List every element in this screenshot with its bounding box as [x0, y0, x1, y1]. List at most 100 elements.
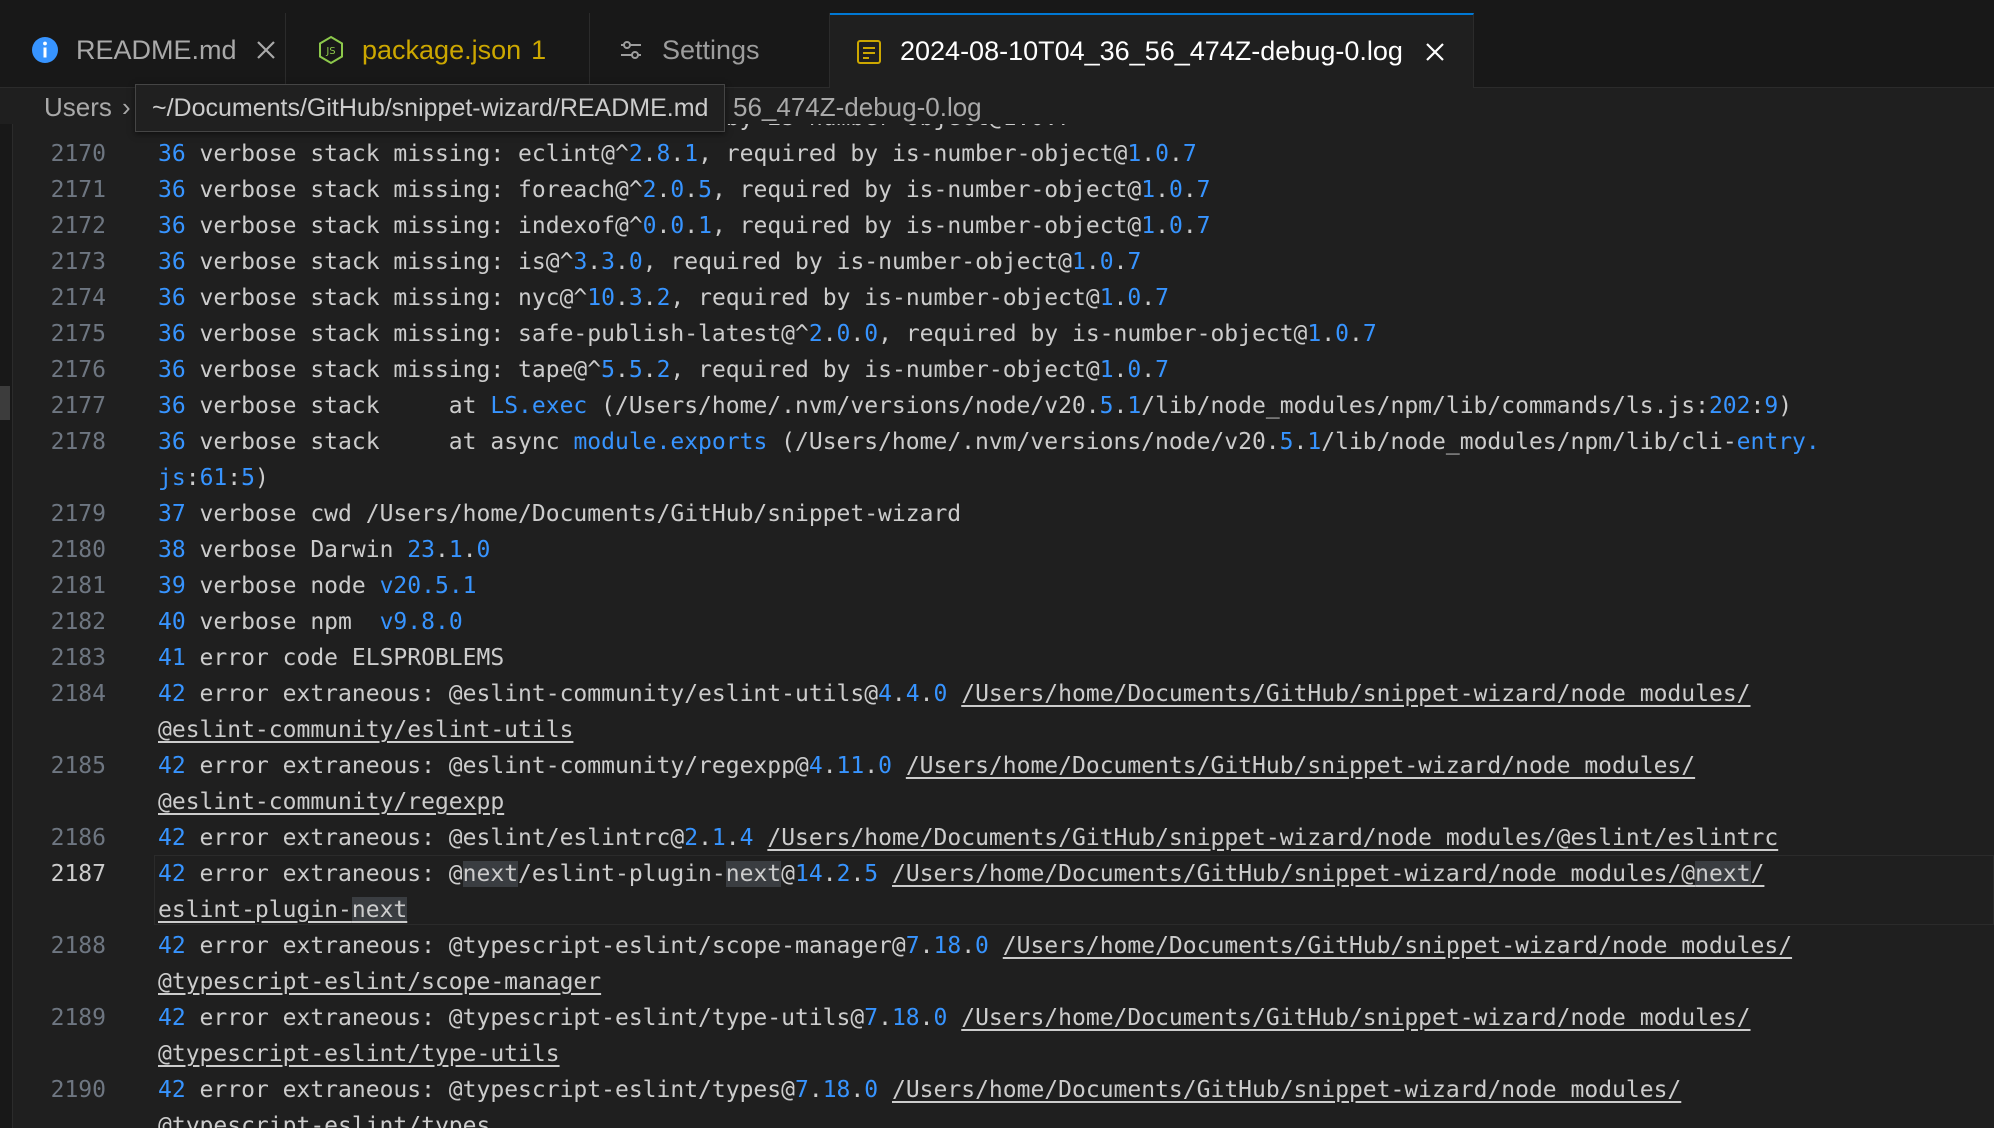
code-line[interactable]: 39 verbose node v20.5.1	[158, 568, 1994, 604]
number-token: LS.exec	[490, 393, 588, 419]
text-token: )	[1778, 393, 1793, 419]
file-link[interactable]: /Users/home/Documents/GitHub/snippet-wiz…	[961, 1005, 1750, 1031]
text-token: .	[1293, 429, 1308, 455]
file-link[interactable]: /Users/home/Documents/GitHub/snippet-wiz…	[1003, 933, 1792, 959]
breadcrumb-users[interactable]: Users	[44, 92, 112, 123]
code-line[interactable]: 36 verbose stack missing: eclint@^2.8.1,…	[158, 136, 1994, 172]
code-line[interactable]: 36 verbose stack at LS.exec (/Users/home…	[158, 388, 1994, 424]
number-token: 61	[199, 465, 228, 491]
close-icon[interactable]	[1421, 38, 1449, 66]
code-line[interactable]: 42 error extraneous: @typescript-eslint/…	[158, 1000, 1994, 1036]
code-line[interactable]: 36 verbose stack at async module.exports…	[158, 424, 1994, 460]
line-number: 2170	[50, 141, 106, 167]
code-line[interactable]: 38 verbose Darwin 23.1.0	[158, 532, 1994, 568]
code-line[interactable]: 42 error extraneous: @eslint-community/e…	[158, 676, 1994, 712]
code-line-wrap[interactable]: @typescript-eslint/type-utils	[158, 1036, 1994, 1072]
number-token: 36	[158, 321, 186, 347]
file-link[interactable]: /Users/home/Documents/GitHub/snippet-wiz…	[906, 753, 1695, 779]
file-link[interactable]: /Users/home/Documents/GitHub/snippet-wiz…	[892, 861, 1695, 887]
file-link[interactable]: /Users/home/Documents/GitHub/snippet-wiz…	[892, 1077, 1681, 1103]
code-line[interactable]: 36 verbose stack missing: tape@^5.5.2, r…	[158, 352, 1994, 388]
line-number: 2171	[50, 177, 106, 203]
code-line[interactable]: 42 error extraneous: @eslint-community/r…	[158, 748, 1994, 784]
file-link[interactable]: @eslint-community/eslint-utils	[158, 717, 573, 743]
number-token: 5	[601, 357, 615, 383]
text-token: verbose npm	[185, 609, 380, 635]
number-token: 42	[158, 1005, 186, 1031]
editor[interactable]: 36 verbose stack missing: ...1, required…	[0, 124, 1994, 1128]
file-link[interactable]: @typescript-eslint/types	[158, 1113, 490, 1128]
code-line[interactable]: 42 error extraneous: @eslint/eslintrc@2.…	[158, 820, 1994, 856]
code-line[interactable]: 42 error extraneous: @typescript-eslint/…	[158, 928, 1994, 964]
breadcrumb-file[interactable]: 56_474Z-debug-0.log	[733, 92, 982, 123]
number-token: 5	[241, 465, 255, 491]
code-line[interactable]: 36 verbose stack missing: nyc@^10.3.2, r…	[158, 280, 1994, 316]
file-link[interactable]: @eslint-community/regexpp	[158, 789, 504, 815]
code-line[interactable]: 36 verbose stack missing: safe-publish-l…	[158, 316, 1994, 352]
file-link[interactable]: /Users/home/Documents/GitHub/snippet-wiz…	[767, 825, 1778, 851]
code-line[interactable]: 37 verbose cwd /Users/home/Documents/Git…	[158, 496, 1994, 532]
code-line-wrap[interactable]: @eslint-community/regexpp	[158, 784, 1994, 820]
line-number: 2189	[50, 1005, 106, 1031]
number-token: 2	[808, 321, 823, 347]
tab-package-json[interactable]: JS package.json 1	[286, 13, 590, 87]
text-token: .	[919, 681, 934, 707]
number-token: 0	[670, 213, 685, 239]
code-line[interactable]: 41 error code ELSPROBLEMS	[158, 640, 1994, 676]
number-token: 7	[1155, 285, 1169, 311]
code-line[interactable]: 42 error extraneous: @next/eslint-plugin…	[158, 856, 1994, 892]
number-token: 7	[864, 1005, 879, 1031]
number-token: 18	[933, 933, 962, 959]
number-token: 0	[1168, 177, 1183, 203]
line-number: 2180	[50, 537, 106, 563]
number-token: 7	[1155, 357, 1169, 383]
text-token: .	[615, 249, 629, 275]
tab-debug-log[interactable]: 2024-08-10T04_36_56_474Z-debug-0.log	[830, 13, 1474, 88]
side-scroll-handle[interactable]	[0, 386, 10, 420]
code-line[interactable]: 42 error extraneous: @typescript-eslint/…	[158, 1072, 1994, 1108]
line-number: 2174	[50, 285, 106, 311]
code-line[interactable]: 36 verbose stack missing: indexof@^0.0.1…	[158, 208, 1994, 244]
number-token: 5	[1279, 429, 1294, 455]
text-token: )	[254, 465, 269, 491]
text-token: .	[698, 825, 712, 851]
line-number: 2172	[50, 213, 106, 239]
file-link[interactable]: /Users/home/Documents/GitHub/snippet-wiz…	[961, 681, 1750, 707]
code-line[interactable]: 40 verbose npm v9.8.0	[158, 604, 1994, 640]
text-token: .	[1141, 285, 1156, 311]
code-line-wrap[interactable]: js:61:5)	[158, 460, 1994, 496]
text-token: error extraneous: @typescript-eslint/sco…	[185, 933, 906, 959]
file-link[interactable]: eslint-plugin-	[158, 897, 352, 923]
text-token: .	[850, 1077, 865, 1103]
text-token: .	[822, 861, 837, 887]
tab-readme[interactable]: README.md	[0, 13, 286, 87]
code-line-wrap[interactable]: eslint-plugin-next	[158, 892, 1994, 928]
code-line-wrap[interactable]: @eslint-community/eslint-utils	[158, 712, 1994, 748]
text-token: (/Users/home/.nvm/versions/node/v20.	[587, 393, 1100, 419]
code-line-wrap[interactable]: @typescript-eslint/scope-manager	[158, 964, 1994, 1000]
text-token: @	[781, 861, 796, 887]
number-token: 42	[158, 861, 186, 887]
line-number: 2178	[50, 429, 106, 455]
text-token: , required by is-number-object@	[642, 249, 1072, 275]
activity-edge	[0, 124, 13, 1128]
file-link[interactable]: next	[351, 897, 408, 923]
file-link[interactable]: next	[1695, 861, 1751, 887]
number-token: 4	[739, 825, 754, 851]
number-token: 0	[864, 1077, 879, 1103]
code-line[interactable]: 36 verbose stack missing: foreach@^2.0.5…	[158, 172, 1994, 208]
number-token: 0	[476, 537, 491, 563]
number-token: 8	[656, 141, 671, 167]
code-line[interactable]: 36 verbose stack missing: is@^3.3.0, req…	[158, 244, 1994, 280]
file-link[interactable]: @typescript-eslint/type-utils	[158, 1041, 560, 1067]
file-link[interactable]: /	[1751, 861, 1765, 887]
code-line-wrap[interactable]: @typescript-eslint/types	[158, 1108, 1994, 1128]
text-token: .	[878, 1005, 892, 1031]
text-token: .	[614, 285, 629, 311]
close-icon[interactable]	[255, 36, 277, 64]
tab-settings[interactable]: Settings	[590, 13, 830, 87]
file-link[interactable]: @typescript-eslint/scope-manager	[158, 969, 601, 995]
